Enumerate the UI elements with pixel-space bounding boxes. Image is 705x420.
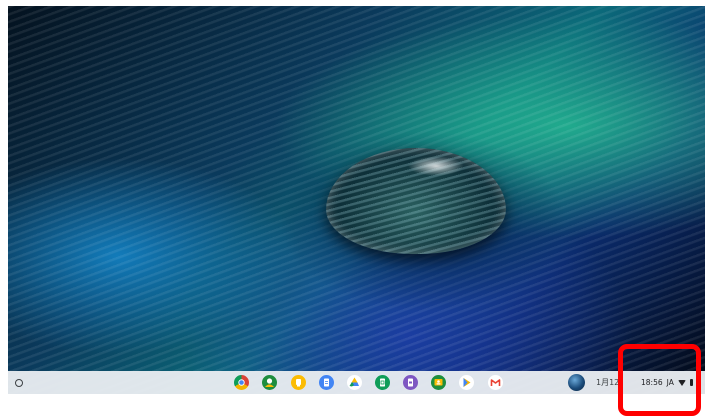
- google-docs-icon[interactable]: [319, 375, 334, 390]
- wallpaper-peacock-feather: [8, 6, 705, 394]
- launcher-circle-icon: [14, 378, 23, 387]
- clock-time: 18:56: [641, 378, 663, 387]
- google-keep-icon[interactable]: [291, 375, 306, 390]
- gmail-icon-slot: [459, 375, 474, 390]
- shelf: 1月12 18:56 JA: [8, 371, 705, 394]
- avatar[interactable]: [568, 374, 585, 391]
- google-sheets-icon[interactable]: [375, 375, 390, 390]
- google-drive-icon[interactable]: [347, 375, 362, 390]
- launcher-button[interactable]: [12, 376, 25, 389]
- google-classroom-icon[interactable]: [431, 375, 446, 390]
- status-tray[interactable]: 18:56 JA: [633, 374, 703, 391]
- android-messages-icon[interactable]: [262, 375, 277, 390]
- ime-indicator: JA: [666, 378, 674, 387]
- google-slides-icon[interactable]: [403, 375, 418, 390]
- gmail-icon[interactable]: [488, 375, 503, 390]
- battery-icon: [689, 379, 693, 386]
- wifi-icon: [677, 379, 686, 386]
- water-drop: [326, 148, 506, 254]
- chrome-icon[interactable]: [234, 375, 249, 390]
- date-label[interactable]: 1月12: [596, 377, 619, 388]
